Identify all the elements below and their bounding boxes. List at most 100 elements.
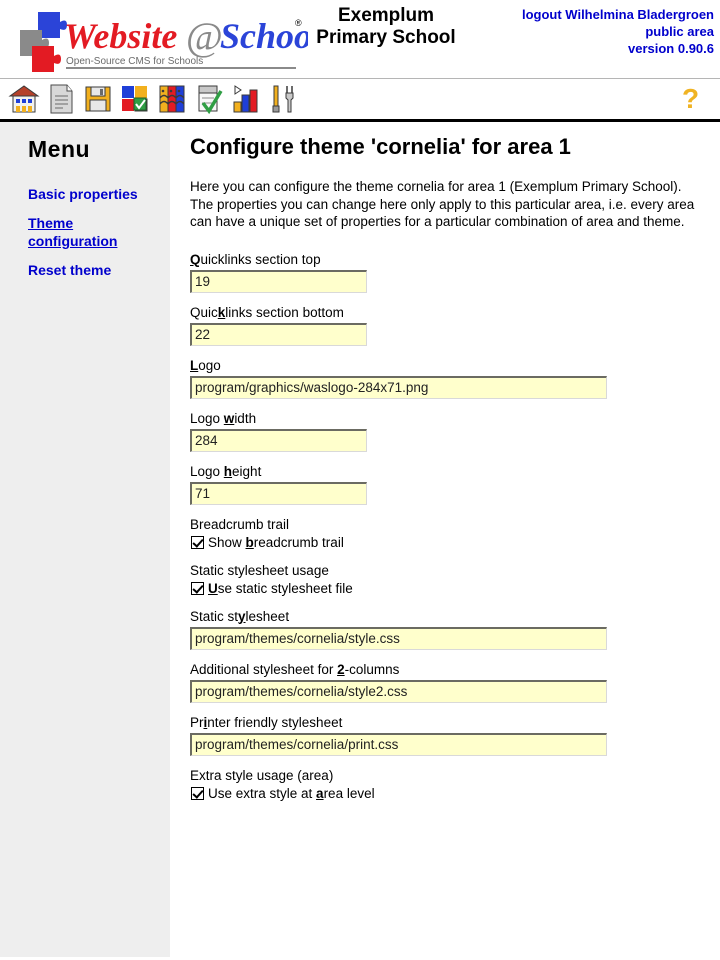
puzzle-pieces-icon [20, 12, 67, 72]
version-indicator: version 0.90.6 [628, 41, 714, 56]
input-logo-width[interactable] [190, 428, 367, 452]
field-printer-friendly-stylesheet: Printer friendly stylesheet [190, 714, 720, 756]
tools-icon[interactable] [267, 82, 299, 116]
header-right-block: logout Wilhelmina Bladergroen public are… [522, 6, 714, 57]
label-pre: Show [208, 534, 246, 550]
page-icon[interactable] [45, 82, 77, 116]
field-logo-height: Logo height [190, 463, 720, 505]
label-pre: Quic [190, 304, 218, 320]
accesskey-char: L [190, 357, 199, 373]
label-post: lesheet [245, 608, 290, 624]
input-quicklinks-section-bottom[interactable] [190, 322, 367, 346]
label-pre: Additional stylesheet for [190, 661, 338, 677]
sidebar-link-reset-theme[interactable]: Reset theme [28, 261, 111, 279]
help-question-icon[interactable]: ? [678, 83, 706, 115]
caption-extra-style-usage-area: Extra style usage (area) [190, 767, 334, 783]
accesskey-char: 2 [337, 661, 345, 677]
checkbox-breadcrumb-trail[interactable] [191, 535, 204, 549]
sidebar-item-reset-theme[interactable]: Reset theme [28, 261, 170, 279]
school-title: Exemplum Primary School [296, 5, 476, 49]
users-faces-icon[interactable] [156, 82, 188, 116]
save-floppy-icon[interactable] [82, 82, 114, 116]
caption-breadcrumb-trail: Breadcrumb trail [190, 516, 290, 532]
statistics-bars-icon[interactable] [230, 82, 262, 116]
label-printer-friendly-stylesheet: Printer friendly stylesheet [190, 714, 720, 731]
school-title-line2: Primary School [316, 27, 456, 48]
sidebar-title: Menu [28, 136, 91, 162]
modules-puzzle-icon[interactable] [119, 82, 151, 116]
checkbox-label-breadcrumb-trail[interactable]: Show breadcrumb trail [208, 534, 344, 551]
accesskey-char: w [223, 410, 235, 426]
main-content: Configure theme 'cornelia' for area 1 He… [170, 122, 720, 813]
checkbox-row-extra-style-usage-area[interactable]: Use extra style at area level [190, 785, 720, 802]
checkbox-label-extra-style-usage-area[interactable]: Use extra style at area level [208, 785, 375, 802]
accesskey-char: y [238, 608, 246, 624]
sidebar-link-basic-properties[interactable]: Basic properties [28, 185, 138, 203]
label-post: uicklinks section top [200, 251, 321, 267]
label-pre: Use extra style at [208, 785, 317, 801]
field-quicklinks-section-top: Quicklinks section top [190, 251, 720, 293]
checkbox-static-stylesheet-usage[interactable] [191, 581, 204, 595]
label-post: nter friendly stylesheet [207, 714, 343, 730]
intro-line1: Here you can configure the theme corneli… [190, 179, 682, 194]
page-body: Menu Basic properties Theme configuratio… [0, 122, 720, 957]
website-at-school-logo[interactable]: Website @ School ® Open-Source CMS for S… [8, 4, 308, 76]
intro-text: Here you can configure the theme corneli… [190, 178, 698, 231]
sidebar-link-theme-configuration[interactable]: Theme configuration [28, 214, 152, 250]
accesskey-char: b [245, 534, 254, 550]
label-post: rea level [323, 785, 375, 801]
intro-line2: The properties you can change here only … [190, 196, 695, 230]
accesskey-char: a [316, 785, 324, 801]
svg-text:Website: Website [64, 16, 177, 56]
label-post: idth [234, 410, 257, 426]
checkbox-row-breadcrumb-trail[interactable]: Show breadcrumb trail [190, 534, 720, 551]
theme-config-form: Quicklinks section top Quicklinks sectio… [190, 251, 720, 802]
label-quicklinks-section-bottom: Quicklinks section bottom [190, 304, 720, 321]
field-additional-stylesheet-2-columns: Additional stylesheet for 2-columns [190, 661, 720, 703]
field-breadcrumb-trail: Breadcrumb trail Show breadcrumb trail [190, 516, 720, 551]
svg-text:Open-Source CMS for Schools: Open-Source CMS for Schools [66, 56, 203, 67]
accesskey-char: U [208, 580, 218, 596]
input-static-stylesheet[interactable] [190, 626, 607, 650]
label-post: eight [232, 463, 262, 479]
label-post: -columns [344, 661, 400, 677]
field-static-stylesheet-usage: Static stylesheet usage Use static style… [190, 562, 720, 597]
caption-static-stylesheet-usage: Static stylesheet usage [190, 562, 329, 578]
school-title-line1: Exemplum [337, 5, 435, 26]
home-icon[interactable] [8, 82, 40, 116]
input-logo-height[interactable] [190, 481, 367, 505]
input-additional-stylesheet-2-columns[interactable] [190, 679, 607, 703]
checkbox-extra-style-usage-area[interactable] [191, 786, 204, 800]
field-logo-width: Logo width [190, 410, 720, 452]
sidebar-menu-list: Basic properties Theme configuration Res… [0, 185, 170, 279]
field-logo: Logo [190, 357, 720, 399]
checkbox-label-static-stylesheet-usage[interactable]: Use static stylesheet file [208, 580, 353, 597]
sidebar-item-theme-configuration[interactable]: Theme configuration [28, 214, 170, 250]
sidebar: Menu Basic properties Theme configuratio… [0, 122, 170, 957]
field-static-stylesheet: Static stylesheet [190, 608, 720, 650]
svg-text:@: @ [186, 14, 223, 59]
label-quicklinks-section-top: Quicklinks section top [190, 251, 720, 268]
checklist-icon[interactable] [193, 82, 225, 116]
label-logo-width: Logo width [190, 410, 720, 427]
field-extra-style-usage-area: Extra style usage (area) Use extra style… [190, 767, 720, 802]
label-pre: Static st [190, 608, 239, 624]
sidebar-item-basic-properties[interactable]: Basic properties [28, 185, 170, 203]
label-logo-height: Logo height [190, 463, 720, 480]
checkbox-row-static-stylesheet-usage[interactable]: Use static stylesheet file [190, 580, 720, 597]
accesskey-char: Q [190, 251, 201, 267]
page-title: Configure theme 'cornelia' for area 1 [190, 134, 571, 159]
input-logo[interactable] [190, 375, 607, 399]
page-header: Website @ School ® Open-Source CMS for S… [0, 0, 720, 78]
label-additional-stylesheet-2-columns: Additional stylesheet for 2-columns [190, 661, 720, 678]
logout-link[interactable]: logout Wilhelmina Bladergroen [522, 6, 714, 23]
label-post: readcrumb trail [253, 534, 344, 550]
label-post: ogo [198, 357, 221, 373]
label-post: links section bottom [225, 304, 344, 320]
toolbar-icon-group [8, 82, 299, 116]
input-quicklinks-section-top[interactable] [190, 269, 367, 293]
label-pre: Logo [190, 463, 224, 479]
input-printer-friendly-stylesheet[interactable] [190, 732, 607, 756]
label-post: se static stylesheet file [217, 580, 353, 596]
accesskey-char: h [223, 463, 233, 479]
